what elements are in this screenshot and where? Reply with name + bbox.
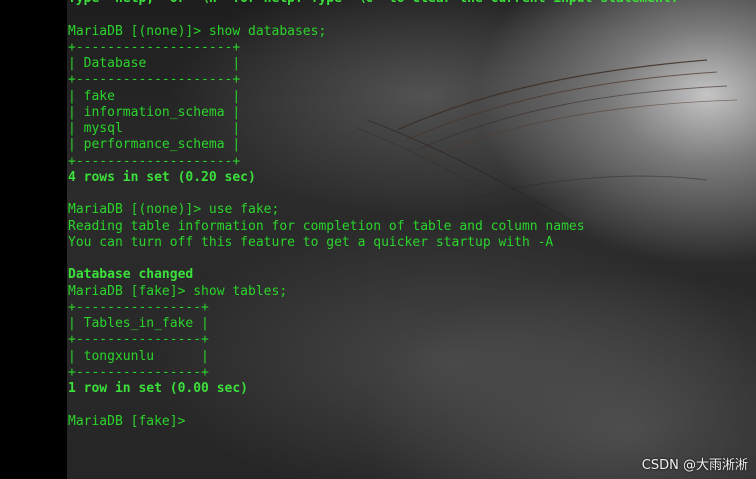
terminal-line: | information_schema | [68, 104, 241, 120]
terminal-window[interactable]: Type 'help;' or '\h' for help. Type '\c'… [67, 0, 756, 479]
terminal-line: Reading table information for completion… [68, 218, 585, 234]
terminal-line: | Database | [68, 56, 241, 71]
terminal-line: Type 'help;' or '\h' for help. Type '\c'… [68, 0, 678, 7]
terminal-line: +----------------+ [68, 332, 209, 348]
terminal-line: | fake | [68, 88, 241, 104]
terminal-line: You can turn off this feature to get a q… [68, 234, 554, 250]
terminal-line: +--------------------+ [68, 39, 241, 55]
terminal-line: 4 rows in set (0.20 sec) [68, 169, 256, 185]
terminal-line: MariaDB [(none)]> use fake; [68, 202, 280, 218]
terminal-line: +----------------+ [68, 364, 209, 380]
terminal-line: 1 row in set (0.00 sec) [68, 381, 249, 396]
csdn-watermark: CSDN @大雨淅淅 [641, 458, 748, 473]
terminal-line: | mysql | [68, 121, 241, 136]
terminal-line: MariaDB [fake]> show tables; [68, 283, 288, 299]
terminal-line: | performance_schema | [68, 137, 241, 153]
terminal-line: | Tables_in_fake | [68, 316, 209, 331]
terminal-line: +--------------------+ [68, 153, 241, 169]
terminal-line: +----------------+ [68, 299, 209, 315]
left-black-strip [0, 0, 67, 479]
terminal-line: Database changed [68, 267, 194, 283]
terminal-output: Type 'help;' or '\h' for help. Type '\c'… [68, 0, 678, 430]
terminal-line: MariaDB [fake]> [68, 413, 186, 429]
terminal-line: MariaDB [(none)]> show databases; [68, 23, 327, 39]
terminal-line: | tongxunlu | [68, 348, 209, 364]
terminal-line: +--------------------+ [68, 72, 241, 88]
